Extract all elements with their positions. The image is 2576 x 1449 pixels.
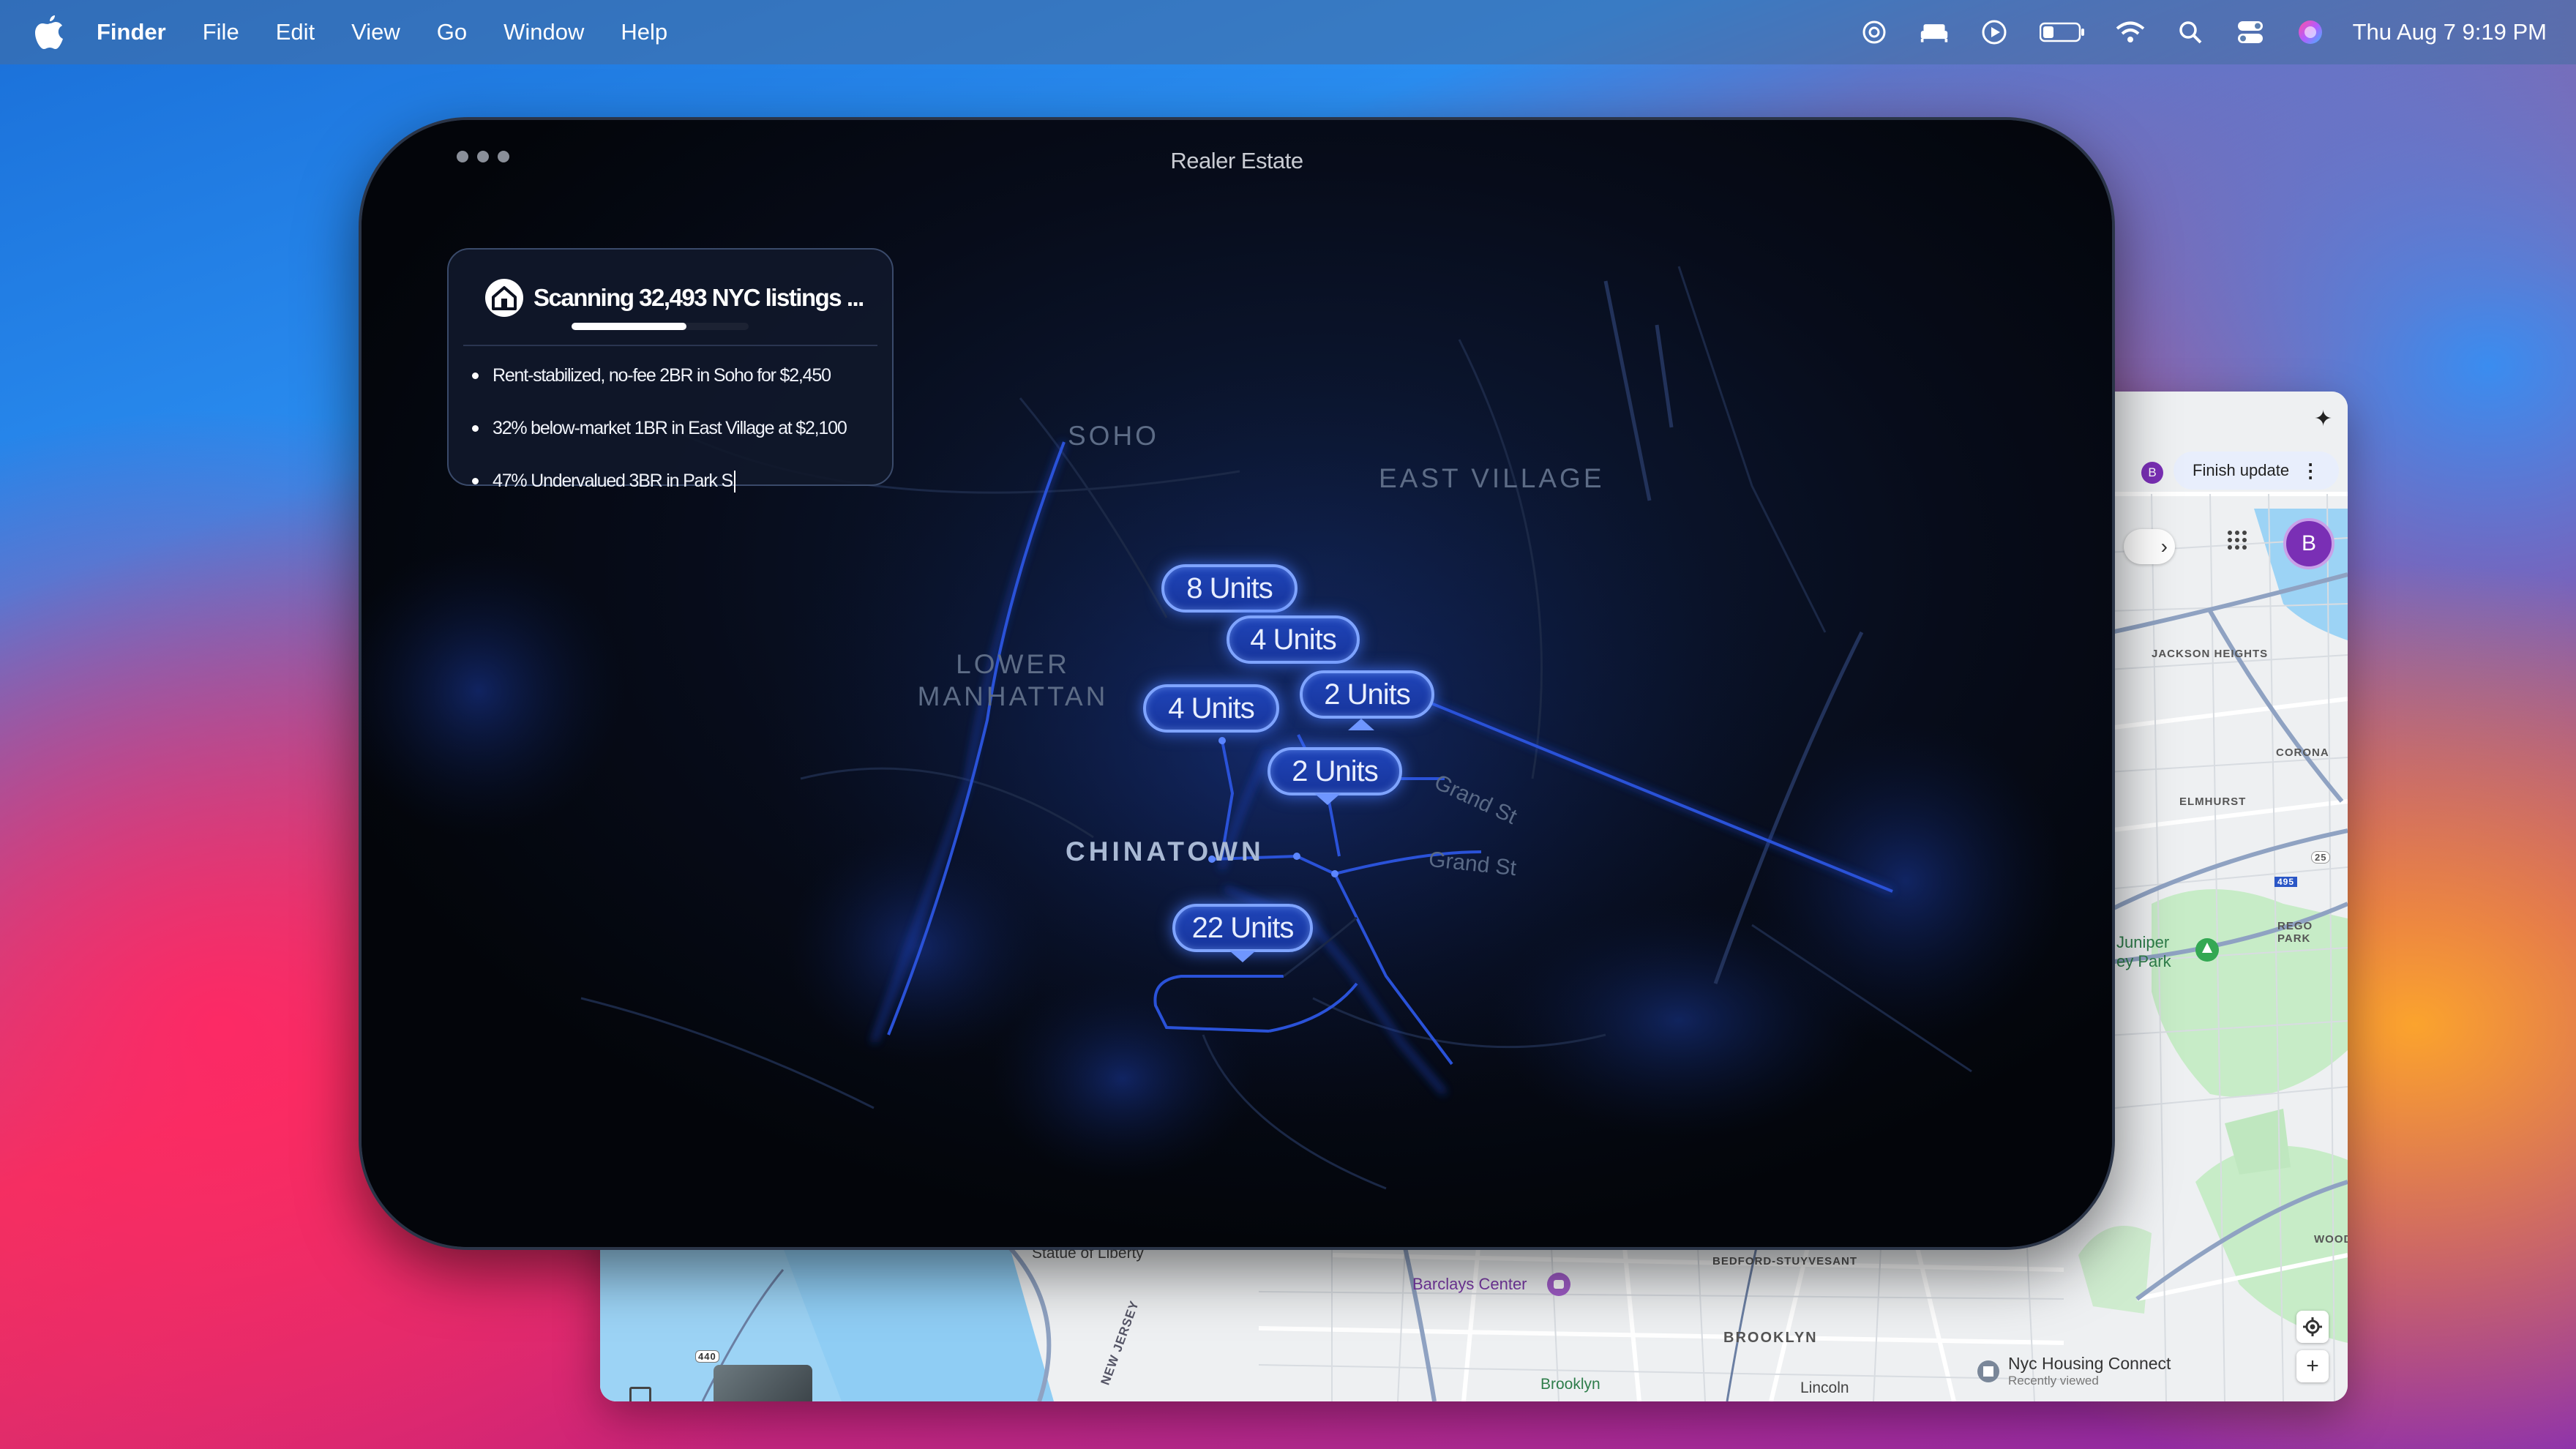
zoom-in-icon[interactable]: +	[2296, 1350, 2329, 1382]
scan-header: Scanning 32,493 NYC listings ...	[485, 279, 864, 317]
building-pin-icon	[1977, 1360, 1999, 1382]
scan-progress-bar	[572, 323, 749, 330]
area-label-soho: SOHO	[1068, 421, 1159, 451]
sparkle-icon[interactable]: ✦	[2314, 406, 2332, 432]
finish-update-label: Finish update	[2193, 461, 2290, 479]
scan-result-text: Rent-stabilized, no-fee 2BR in Soho for …	[493, 365, 831, 386]
scan-results-list: Rent-stabilized, no-fee 2BR in Soho for …	[466, 349, 847, 507]
map-label-lincoln: Lincoln	[1800, 1379, 1849, 1396]
my-location-icon[interactable]	[2296, 1311, 2329, 1343]
siri-icon[interactable]	[2296, 18, 2325, 47]
apps-grid-icon[interactable]	[2226, 529, 2248, 555]
menu-clock[interactable]: Thu Aug 7 9:19 PM	[2353, 19, 2547, 45]
scan-divider	[463, 345, 877, 346]
scan-progress-fill	[572, 323, 687, 330]
control-center-icon[interactable]	[2236, 18, 2265, 47]
scan-result-item[interactable]: 32% below-market 1BR in East Village at …	[466, 402, 847, 454]
route-25-shield: 25	[2311, 851, 2331, 864]
scan-result-text: 47% Undervalued 3BR in Park S	[493, 471, 733, 491]
unit-pin[interactable]: 8 Units	[1161, 564, 1298, 613]
stadium-pin-icon[interactable]	[1546, 1271, 1572, 1301]
map-label-bedford-stuyvesant: BEDFORD-STUYVESANT	[1712, 1255, 1858, 1268]
search-icon[interactable]	[2176, 18, 2205, 47]
desktop-wallpaper: Finder File Edit View Go Window Help Thu…	[0, 0, 2576, 1449]
unit-pin[interactable]: 2 Units	[1268, 747, 1402, 795]
unit-pin[interactable]: 4 Units	[1143, 684, 1279, 733]
menu-help[interactable]: Help	[621, 19, 667, 45]
street-view-thumbnail[interactable]	[714, 1365, 812, 1401]
menu-app-name[interactable]: Finder	[97, 19, 166, 45]
unit-pin[interactable]: 22 Units	[1172, 904, 1313, 952]
scan-title: Scanning 32,493 NYC listings ...	[533, 284, 864, 311]
wifi-icon[interactable]	[2116, 18, 2145, 47]
profile-avatar[interactable]: B	[2283, 518, 2334, 569]
unit-pin[interactable]: 4 Units	[1227, 615, 1360, 664]
chevron-right-icon[interactable]: ›	[2124, 529, 2175, 564]
more-vert-icon[interactable]: ⋮	[2301, 460, 2320, 482]
map-label-juniper-park: Juniper ey Park	[2116, 933, 2171, 970]
menu-bar: Finder File Edit View Go Window Help Thu…	[0, 0, 2576, 64]
menu-go[interactable]: Go	[437, 19, 467, 45]
pin-tip	[1348, 719, 1374, 730]
route-495-shield: 495	[2274, 877, 2298, 887]
scan-result-item[interactable]: 47% Undervalued 3BR in Park S	[466, 454, 847, 507]
pin-tip	[1229, 951, 1256, 962]
menu-window[interactable]: Window	[503, 19, 584, 45]
menu-edit[interactable]: Edit	[276, 19, 315, 45]
unit-pin[interactable]: 2 Units	[1300, 670, 1434, 719]
menu-view[interactable]: View	[351, 19, 400, 45]
map-label-rego-park: REGO PARK	[2277, 920, 2313, 945]
map-label-barclays-center[interactable]: Barclays Center	[1412, 1275, 1527, 1294]
map-label-brooklyn: BROOKLYN	[1723, 1330, 1818, 1346]
scan-result-item[interactable]: Rent-stabilized, no-fee 2BR in Soho for …	[466, 349, 847, 402]
apple-menu-icon[interactable]	[35, 15, 64, 49]
recent-place-nyc-housing[interactable]: Nyc Housing Connect Recently viewed	[1976, 1354, 2171, 1388]
typing-caret	[733, 471, 735, 493]
park-pin-icon	[2194, 937, 2220, 967]
recent-place-subtitle: Recently viewed	[2008, 1374, 2099, 1388]
recent-place-title: Nyc Housing Connect	[2008, 1354, 2171, 1373]
map-label-elmhurst: ELMHURST	[2179, 795, 2247, 808]
profile-avatar-small[interactable]: B	[2141, 462, 2163, 484]
area-label-lower-manhattan: LOWER MANHATTAN	[917, 649, 1109, 711]
route-440-shield: 440	[695, 1350, 719, 1363]
scan-result-text: 32% below-market 1BR in East Village at …	[493, 418, 847, 438]
map-label-jackson-heights: JACKSON HEIGHTS	[2152, 648, 2269, 660]
pin-tip	[1314, 793, 1341, 805]
home-icon	[485, 279, 523, 317]
map-label-corona: CORONA	[2276, 746, 2329, 759]
window-title: Realer Estate	[1170, 148, 1303, 173]
realer-estate-window[interactable]: Realer Estate SOHO EAST VILLAGE LOWER MA…	[359, 117, 2115, 1250]
chatgpt-icon[interactable]	[1860, 18, 1889, 47]
map-label-brooklyn-small: Brooklyn	[1540, 1376, 1600, 1393]
menu-file[interactable]: File	[203, 19, 239, 45]
bed-icon[interactable]	[1920, 18, 1949, 47]
area-label-chinatown: CHINATOWN	[1066, 836, 1265, 866]
scan-results-panel: Scanning 32,493 NYC listings ... Rent-st…	[447, 248, 894, 493]
battery-icon[interactable]	[2039, 18, 2085, 47]
layers-icon[interactable]	[629, 1387, 651, 1401]
finish-update-button[interactable]: Finish update ⋮	[2174, 452, 2340, 490]
area-label-east-village: EAST VILLAGE	[1379, 463, 1605, 493]
map-label-wood: WOOD	[2314, 1233, 2348, 1246]
play-circle-icon[interactable]	[1980, 18, 2009, 47]
